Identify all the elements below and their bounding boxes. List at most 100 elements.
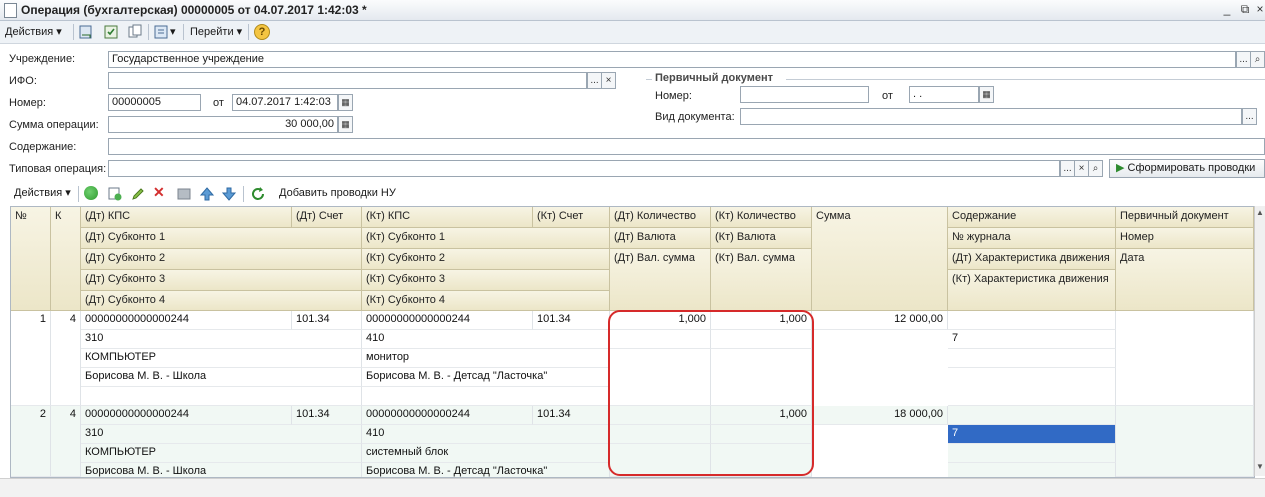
dt-movement-cell[interactable] xyxy=(948,349,1116,368)
kt-subconto-3-cell[interactable]: Борисова М. В. - Детсад "Ласточка" xyxy=(362,463,610,477)
column-header-content[interactable]: Содержание xyxy=(948,207,1116,228)
copy-row-icon[interactable] xyxy=(107,186,123,202)
dt-subconto-1-cell[interactable]: 310 xyxy=(81,425,362,444)
typical-operation-select-button[interactable]: ... xyxy=(1060,160,1075,177)
dt-currency-cell[interactable] xyxy=(610,330,711,349)
dt-currency-sum-cell[interactable] xyxy=(610,349,711,406)
dt-quantity-cell[interactable] xyxy=(610,406,711,425)
kt-currency-cell[interactable] xyxy=(711,425,812,444)
kt-kps-cell[interactable]: 00000000000000244 xyxy=(362,311,533,330)
date-field[interactable]: 04.07.2017 1:42:03 xyxy=(232,94,338,111)
add-row-icon[interactable] xyxy=(84,186,98,200)
dt-kps-cell[interactable]: 00000000000000244 xyxy=(81,406,292,425)
structure-dropdown-icon[interactable]: ▾ xyxy=(170,24,176,40)
primary-doc-number-field[interactable] xyxy=(740,86,869,103)
post-icon[interactable] xyxy=(103,24,119,40)
typical-operation-field[interactable] xyxy=(108,160,1060,177)
doc-type-select-button[interactable]: ... xyxy=(1242,108,1257,125)
dt-account-cell[interactable]: 101.34 xyxy=(292,406,362,425)
generate-entries-button[interactable]: ▶ Сформировать проводки xyxy=(1109,159,1265,178)
column-header-k[interactable]: К xyxy=(51,207,81,311)
kt-quantity-cell[interactable]: 1,000 xyxy=(711,406,812,425)
column-header-kt-currency[interactable]: (Кт) Валюта xyxy=(711,228,812,249)
kt-currency-sum-cell[interactable] xyxy=(711,349,812,406)
post-and-close-icon[interactable] xyxy=(78,24,94,40)
kt-subconto-1-cell[interactable]: 410 xyxy=(362,330,610,349)
primary-doc-cell[interactable] xyxy=(1116,311,1254,406)
kt-account-cell[interactable]: 101.34 xyxy=(533,311,610,330)
delete-row-icon[interactable]: ✕ xyxy=(153,184,165,200)
scroll-up-icon[interactable]: ▲ xyxy=(1256,208,1264,217)
column-header-dt-subconto-2[interactable]: (Дт) Субконто 2 xyxy=(81,249,362,270)
kt-quantity-cell[interactable]: 1,000 xyxy=(711,311,812,330)
structure-icon[interactable] xyxy=(153,24,169,40)
column-header-dt-kps[interactable]: (Дт) КПС xyxy=(81,207,292,228)
edit-row-icon[interactable] xyxy=(130,186,146,202)
calculator-icon[interactable]: ▦ xyxy=(338,116,353,133)
primary-doc-cell[interactable] xyxy=(1116,406,1254,477)
entries-actions-menu[interactable]: Действия ▾ xyxy=(14,185,71,201)
column-header-primary-date[interactable]: Дата xyxy=(1116,249,1254,311)
calendar-icon[interactable]: ▦ xyxy=(338,94,353,111)
restore-button[interactable]: ⧉ xyxy=(1237,2,1253,17)
column-header-kt-movement[interactable]: (Кт) Характеристика движения xyxy=(948,270,1116,311)
kt-movement-cell[interactable] xyxy=(948,368,1116,406)
help-icon[interactable]: ? xyxy=(254,24,270,40)
sum-cell[interactable]: 12 000,00 xyxy=(812,311,948,330)
kt-account-cell[interactable]: 101.34 xyxy=(533,406,610,425)
column-header-sum[interactable]: Сумма xyxy=(812,207,948,311)
add-nu-entries-button[interactable]: Добавить проводки НУ xyxy=(279,185,396,201)
institution-search-icon[interactable]: ⌕ xyxy=(1250,51,1265,68)
journal-cell[interactable]: 7 xyxy=(948,330,1116,349)
column-header-kt-subconto-2[interactable]: (Кт) Субконто 2 xyxy=(362,249,610,270)
kt-currency-cell[interactable] xyxy=(711,330,812,349)
column-header-kt-subconto-1[interactable]: (Кт) Субконто 1 xyxy=(362,228,610,249)
ifo-clear-icon[interactable]: × xyxy=(601,72,616,89)
kt-movement-cell[interactable] xyxy=(948,463,1116,477)
sum-cell[interactable]: 18 000,00 xyxy=(812,406,948,425)
ifo-field[interactable] xyxy=(108,72,587,89)
column-header-kt-subconto-4[interactable]: (Кт) Субконто 4 xyxy=(362,291,610,311)
dt-subconto-3-cell[interactable]: Борисова М. В. - Школа xyxy=(81,463,362,477)
amount-field[interactable]: 30 000,00 xyxy=(108,116,338,133)
column-header-dt-account[interactable]: (Дт) Счет xyxy=(292,207,362,228)
dt-subconto-3-cell[interactable]: Борисова М. В. - Школа xyxy=(81,368,362,387)
scroll-down-icon[interactable]: ▼ xyxy=(1256,462,1264,471)
typical-operation-search-icon[interactable]: ⌕ xyxy=(1088,160,1103,177)
kt-subconto-1-cell[interactable]: 410 xyxy=(362,425,610,444)
column-header-journal[interactable]: № журнала xyxy=(948,228,1116,249)
doc-type-field[interactable] xyxy=(740,108,1242,125)
dt-subconto-2-cell[interactable]: КОМПЬЮТЕР xyxy=(81,349,362,368)
goto-menu[interactable]: Перейти ▾ xyxy=(190,24,242,40)
column-header-kt-kps[interactable]: (Кт) КПС xyxy=(362,207,533,228)
move-down-icon[interactable] xyxy=(221,186,237,202)
dt-subconto-2-cell[interactable]: КОМПЬЮТЕР xyxy=(81,444,362,463)
kt-kps-cell[interactable]: 00000000000000244 xyxy=(362,406,533,425)
dt-subconto-1-cell[interactable]: 310 xyxy=(81,330,362,349)
kt-subconto-2-cell[interactable]: системный блок xyxy=(362,444,610,463)
column-header-primary-number[interactable]: Номер xyxy=(1116,228,1254,249)
dt-currency-cell[interactable] xyxy=(610,425,711,444)
kt-subconto-2-cell[interactable]: монитор xyxy=(362,349,610,368)
column-header-kt-currency-sum[interactable]: (Кт) Вал. сумма xyxy=(711,249,812,311)
column-header-num[interactable]: № xyxy=(11,207,51,311)
column-header-dt-currency[interactable]: (Дт) Валюта xyxy=(610,228,711,249)
actions-menu[interactable]: Действия ▾ xyxy=(5,24,62,40)
column-header-kt-subconto-3[interactable]: (Кт) Субконто 3 xyxy=(362,270,610,291)
refresh-icon[interactable] xyxy=(250,186,266,202)
move-up-icon[interactable] xyxy=(199,186,215,202)
column-header-kt-quantity[interactable]: (Кт) Количество xyxy=(711,207,812,228)
dt-movement-cell[interactable] xyxy=(948,444,1116,463)
column-header-dt-subconto-1[interactable]: (Дт) Субконто 1 xyxy=(81,228,362,249)
ifo-select-button[interactable]: ... xyxy=(587,72,602,89)
primary-doc-calendar-icon[interactable]: ▦ xyxy=(979,86,994,103)
column-header-dt-quantity[interactable]: (Дт) Количество xyxy=(610,207,711,228)
column-header-dt-movement[interactable]: (Дт) Характеристика движения xyxy=(948,249,1116,270)
kt-subconto-3-cell[interactable]: Борисова М. В. - Детсад "Ласточка" xyxy=(362,368,610,387)
minimize-button[interactable]: _ xyxy=(1219,2,1235,17)
column-header-dt-subconto-3[interactable]: (Дт) Субконто 3 xyxy=(81,270,362,291)
content-cell[interactable] xyxy=(948,406,1116,425)
dt-quantity-cell[interactable]: 1,000 xyxy=(610,311,711,330)
column-header-dt-subconto-4[interactable]: (Дт) Субконто 4 xyxy=(81,291,362,311)
typical-operation-clear-icon[interactable]: × xyxy=(1074,160,1089,177)
